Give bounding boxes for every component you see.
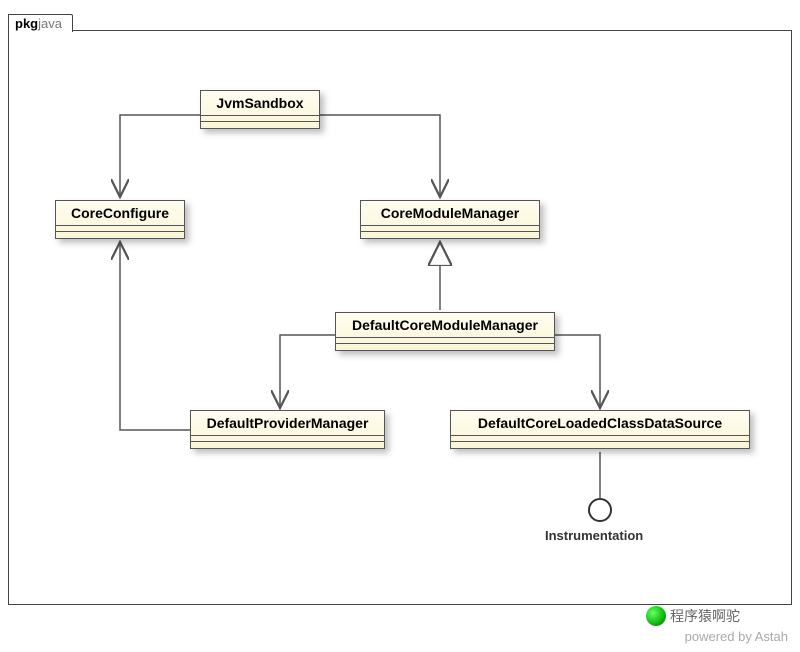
watermark: 程序猿啊驼	[646, 606, 740, 626]
class-title: DefaultProviderManager	[191, 411, 384, 436]
class-operations	[201, 122, 319, 128]
class-default-core-loaded-class-data-source[interactable]: DefaultCoreLoadedClassDataSource	[450, 410, 750, 449]
class-operations	[191, 442, 384, 448]
watermark-text: 程序猿啊驼	[670, 606, 740, 626]
class-title: DefaultCoreLoadedClassDataSource	[451, 411, 749, 436]
class-core-configure[interactable]: CoreConfigure	[55, 200, 185, 239]
package-name: java	[38, 16, 62, 31]
package-prefix: pkg	[15, 16, 38, 31]
interface-instrumentation-label: Instrumentation	[545, 528, 643, 543]
class-core-module-manager[interactable]: CoreModuleManager	[360, 200, 540, 239]
class-jvm-sandbox[interactable]: JvmSandbox	[200, 90, 320, 129]
class-default-provider-manager[interactable]: DefaultProviderManager	[190, 410, 385, 449]
class-title: CoreModuleManager	[361, 201, 539, 226]
footer-powered-by: powered by Astah	[685, 629, 788, 644]
diagram-canvas: pkgjava JvmSandbox CoreCon	[0, 0, 800, 652]
class-operations	[56, 232, 184, 238]
watermark-icon	[646, 606, 666, 626]
class-default-core-module-manager[interactable]: DefaultCoreModuleManager	[335, 312, 555, 351]
class-title: JvmSandbox	[201, 91, 319, 116]
class-operations	[451, 442, 749, 448]
class-title: CoreConfigure	[56, 201, 184, 226]
package-tab: pkgjava	[8, 14, 73, 32]
class-title: DefaultCoreModuleManager	[336, 313, 554, 338]
class-operations	[361, 232, 539, 238]
class-operations	[336, 344, 554, 350]
interface-instrumentation-icon[interactable]	[588, 498, 612, 522]
